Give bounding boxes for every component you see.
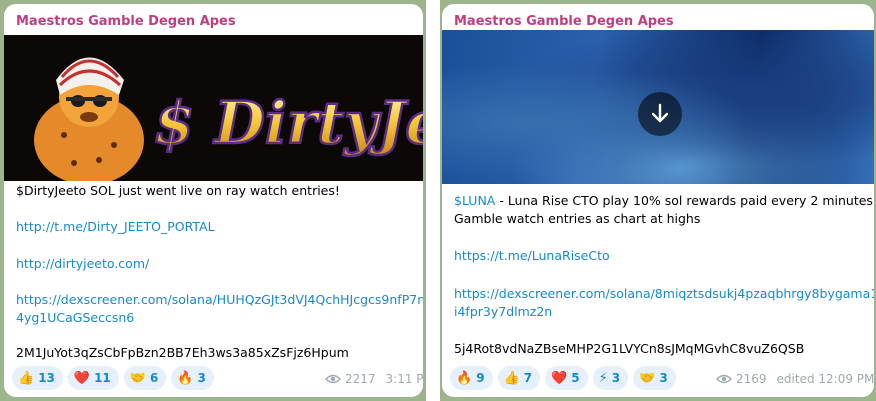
dexscreener-link-part2[interactable]: i4fpr3y7dlmz2n bbox=[454, 303, 552, 321]
banner-image[interactable]: $ DirtyJeeto bbox=[4, 35, 423, 181]
token-address: 2M1JuYot3qZsCbFpBzn2BB7Eh3ws3a85xZsFjz6H… bbox=[16, 345, 349, 360]
eye-icon bbox=[325, 374, 341, 384]
reaction-count: 3 bbox=[611, 371, 621, 385]
blurred-video-preview[interactable] bbox=[442, 30, 874, 184]
reaction-thumbs-up[interactable]: 👍 13 bbox=[12, 366, 63, 390]
sender-name[interactable]: Maestros Gamble Degen Apes bbox=[16, 14, 236, 29]
telegram-link[interactable]: https://t.me/LunaRiseCto bbox=[454, 247, 610, 265]
dirtyjeeto-banner: $ DirtyJeeto bbox=[4, 35, 423, 181]
reaction-fire[interactable]: 🔥 9 bbox=[450, 366, 493, 390]
handshake-icon: 🤝 bbox=[129, 370, 146, 386]
dexscreener-link-part1[interactable]: https://dexscreener.com/solana/HUHQzGJt3… bbox=[16, 291, 423, 309]
reaction-count: 6 bbox=[149, 371, 159, 385]
reaction-count: 3 bbox=[659, 371, 668, 385]
reaction-fire[interactable]: 🔥 3 bbox=[171, 366, 214, 390]
reaction-handshake[interactable]: 🤝 3 bbox=[633, 366, 676, 390]
reaction-heart[interactable]: ❤️ 11 bbox=[67, 366, 119, 390]
reactions-row: 🔥 9 👍 7 ❤️ 5 ⚡ 3 🤝 3 bbox=[450, 366, 676, 390]
eye-icon bbox=[716, 374, 732, 384]
timestamp: edited 12:09 PM bbox=[776, 372, 874, 386]
sender-name[interactable]: Maestros Gamble Degen Apes bbox=[454, 14, 674, 29]
reactions-row: 👍 13 ❤️ 11 🤝 6 🔥 3 bbox=[12, 366, 214, 390]
fire-icon: 🔥 bbox=[177, 370, 194, 386]
banner-title: $ DirtyJeeto bbox=[154, 89, 423, 157]
message-text-line: $DirtyJeeto SOL just went live on ray wa… bbox=[16, 183, 340, 198]
website-link[interactable]: http://dirtyjeeto.com/ bbox=[16, 255, 149, 273]
message-bubble[interactable]: Maestros Gamble Degen Apes $LUNA - Luna … bbox=[442, 4, 874, 397]
message-meta: 2217 3:11 PM bbox=[325, 372, 423, 386]
background-divider bbox=[426, 0, 440, 401]
dexscreener-link-part2[interactable]: 4yg1UCaGSeccsn6 bbox=[16, 309, 134, 327]
thumbs-up-icon: 👍 bbox=[503, 370, 520, 386]
reaction-count: 9 bbox=[476, 371, 485, 385]
arrow-down-icon bbox=[651, 103, 669, 123]
heart-icon: ❤️ bbox=[73, 370, 91, 386]
heart-icon: ❤️ bbox=[551, 370, 568, 386]
dexscreener-link-part1[interactable]: https://dexscreener.com/solana/8miqztsds… bbox=[454, 285, 874, 303]
message-meta: 2169 edited 12:09 PM bbox=[716, 372, 874, 386]
view-count: 2217 bbox=[345, 372, 376, 386]
reaction-handshake[interactable]: 🤝 6 bbox=[123, 366, 167, 390]
download-button[interactable] bbox=[638, 92, 682, 136]
fire-icon: 🔥 bbox=[456, 370, 473, 386]
reaction-count: 13 bbox=[38, 371, 55, 385]
token-address: 5j4Rot8vdNaZBseMHP2G1LVYCn8sJMqMGvhC8vuZ… bbox=[454, 341, 805, 356]
timestamp: 3:11 PM bbox=[385, 372, 423, 386]
portal-link[interactable]: http://t.me/Dirty_JEETO_PORTAL bbox=[16, 218, 215, 236]
reaction-count: 5 bbox=[571, 371, 580, 385]
reaction-lightning[interactable]: ⚡ 3 bbox=[592, 366, 629, 390]
reaction-count: 11 bbox=[94, 371, 111, 385]
lightning-icon: ⚡ bbox=[598, 370, 608, 386]
view-count: 2169 bbox=[736, 372, 767, 386]
message-bubble[interactable]: Maestros Gamble Degen Apes $ DirtyJ $Dir… bbox=[4, 4, 423, 397]
message-text-rest: - Luna Rise CTO play 10% sol rewards pai… bbox=[495, 193, 874, 208]
message-text-line2: Gamble watch entries as chart at highs bbox=[454, 211, 701, 226]
reaction-thumbs-up[interactable]: 👍 7 bbox=[497, 366, 541, 390]
handshake-icon: 🤝 bbox=[639, 370, 656, 386]
message-text-line: $LUNA - Luna Rise CTO play 10% sol rewar… bbox=[454, 192, 874, 210]
ticker-link[interactable]: $LUNA bbox=[454, 193, 495, 208]
reaction-count: 7 bbox=[523, 371, 533, 385]
thumbs-up-icon: 👍 bbox=[18, 370, 35, 386]
reaction-count: 3 bbox=[197, 371, 206, 385]
reaction-heart[interactable]: ❤️ 5 bbox=[545, 366, 588, 390]
